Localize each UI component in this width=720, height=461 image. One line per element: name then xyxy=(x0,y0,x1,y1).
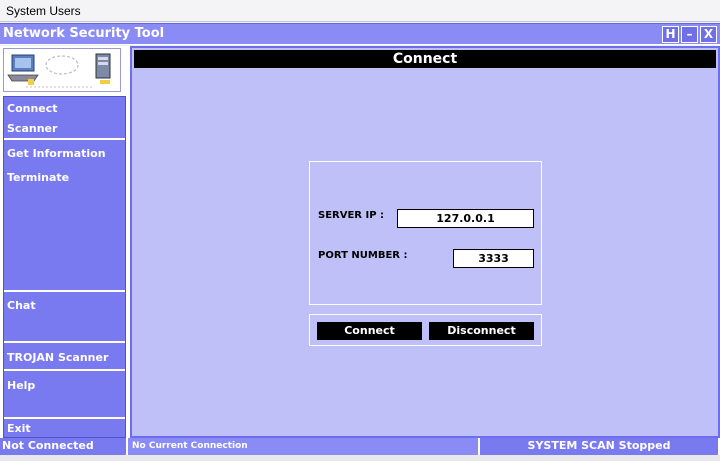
app-titlebar: Network Security Tool H – X xyxy=(0,23,720,45)
sidebar-item-scanner[interactable]: Scanner xyxy=(7,122,57,135)
main-panel: Connect SERVER IP : 127.0.0.1 PORT NUMBE… xyxy=(130,46,720,438)
connection-form: SERVER IP : 127.0.0.1 PORT NUMBER : 3333 xyxy=(309,161,542,305)
status-bar: Not Connected No Current Connection SYST… xyxy=(0,438,720,455)
connect-button[interactable]: Connect xyxy=(317,322,422,340)
sidebar-item-chat[interactable]: Chat xyxy=(7,299,36,312)
os-titlebar: System Users xyxy=(0,0,720,22)
sidebar-menu: Connect Scanner Get Information Terminat… xyxy=(3,96,126,438)
server-ip-label: SERVER IP : xyxy=(318,210,385,221)
network-logo xyxy=(3,48,121,92)
port-number-field[interactable]: 3333 xyxy=(453,249,534,268)
sidebar: Connect Scanner Get Information Terminat… xyxy=(0,46,130,438)
network-diagram-icon xyxy=(7,53,111,88)
sidebar-item-terminate[interactable]: Terminate xyxy=(7,171,69,184)
action-button-group: Connect Disconnect xyxy=(309,314,542,346)
current-connection-status: No Current Connection xyxy=(128,438,478,455)
scan-status: SYSTEM SCAN Stopped xyxy=(480,438,718,455)
disconnect-button[interactable]: Disconnect xyxy=(429,322,534,340)
sidebar-item-exit[interactable]: Exit xyxy=(7,422,31,435)
sidebar-item-help[interactable]: Help xyxy=(7,379,35,392)
connection-status: Not Connected xyxy=(0,438,126,455)
sidebar-item-connect[interactable]: Connect xyxy=(7,102,58,115)
menu-divider xyxy=(4,417,125,419)
help-window-button[interactable]: H xyxy=(662,26,679,43)
port-number-label: PORT NUMBER : xyxy=(318,250,408,261)
menu-divider xyxy=(4,290,125,292)
sidebar-item-trojan-scanner[interactable]: TROJAN Scanner xyxy=(7,351,108,364)
page-title: Connect xyxy=(134,50,716,68)
server-ip-field[interactable]: 127.0.0.1 xyxy=(397,209,534,228)
menu-divider xyxy=(4,369,125,371)
sidebar-item-get-information[interactable]: Get Information xyxy=(7,147,106,160)
close-button[interactable]: X xyxy=(700,26,717,43)
bottom-border xyxy=(0,455,720,461)
os-window-title: System Users xyxy=(6,4,81,18)
menu-divider xyxy=(4,341,125,343)
minimize-button[interactable]: – xyxy=(681,26,698,43)
app-title: Network Security Tool xyxy=(3,26,165,41)
menu-divider xyxy=(4,138,125,140)
